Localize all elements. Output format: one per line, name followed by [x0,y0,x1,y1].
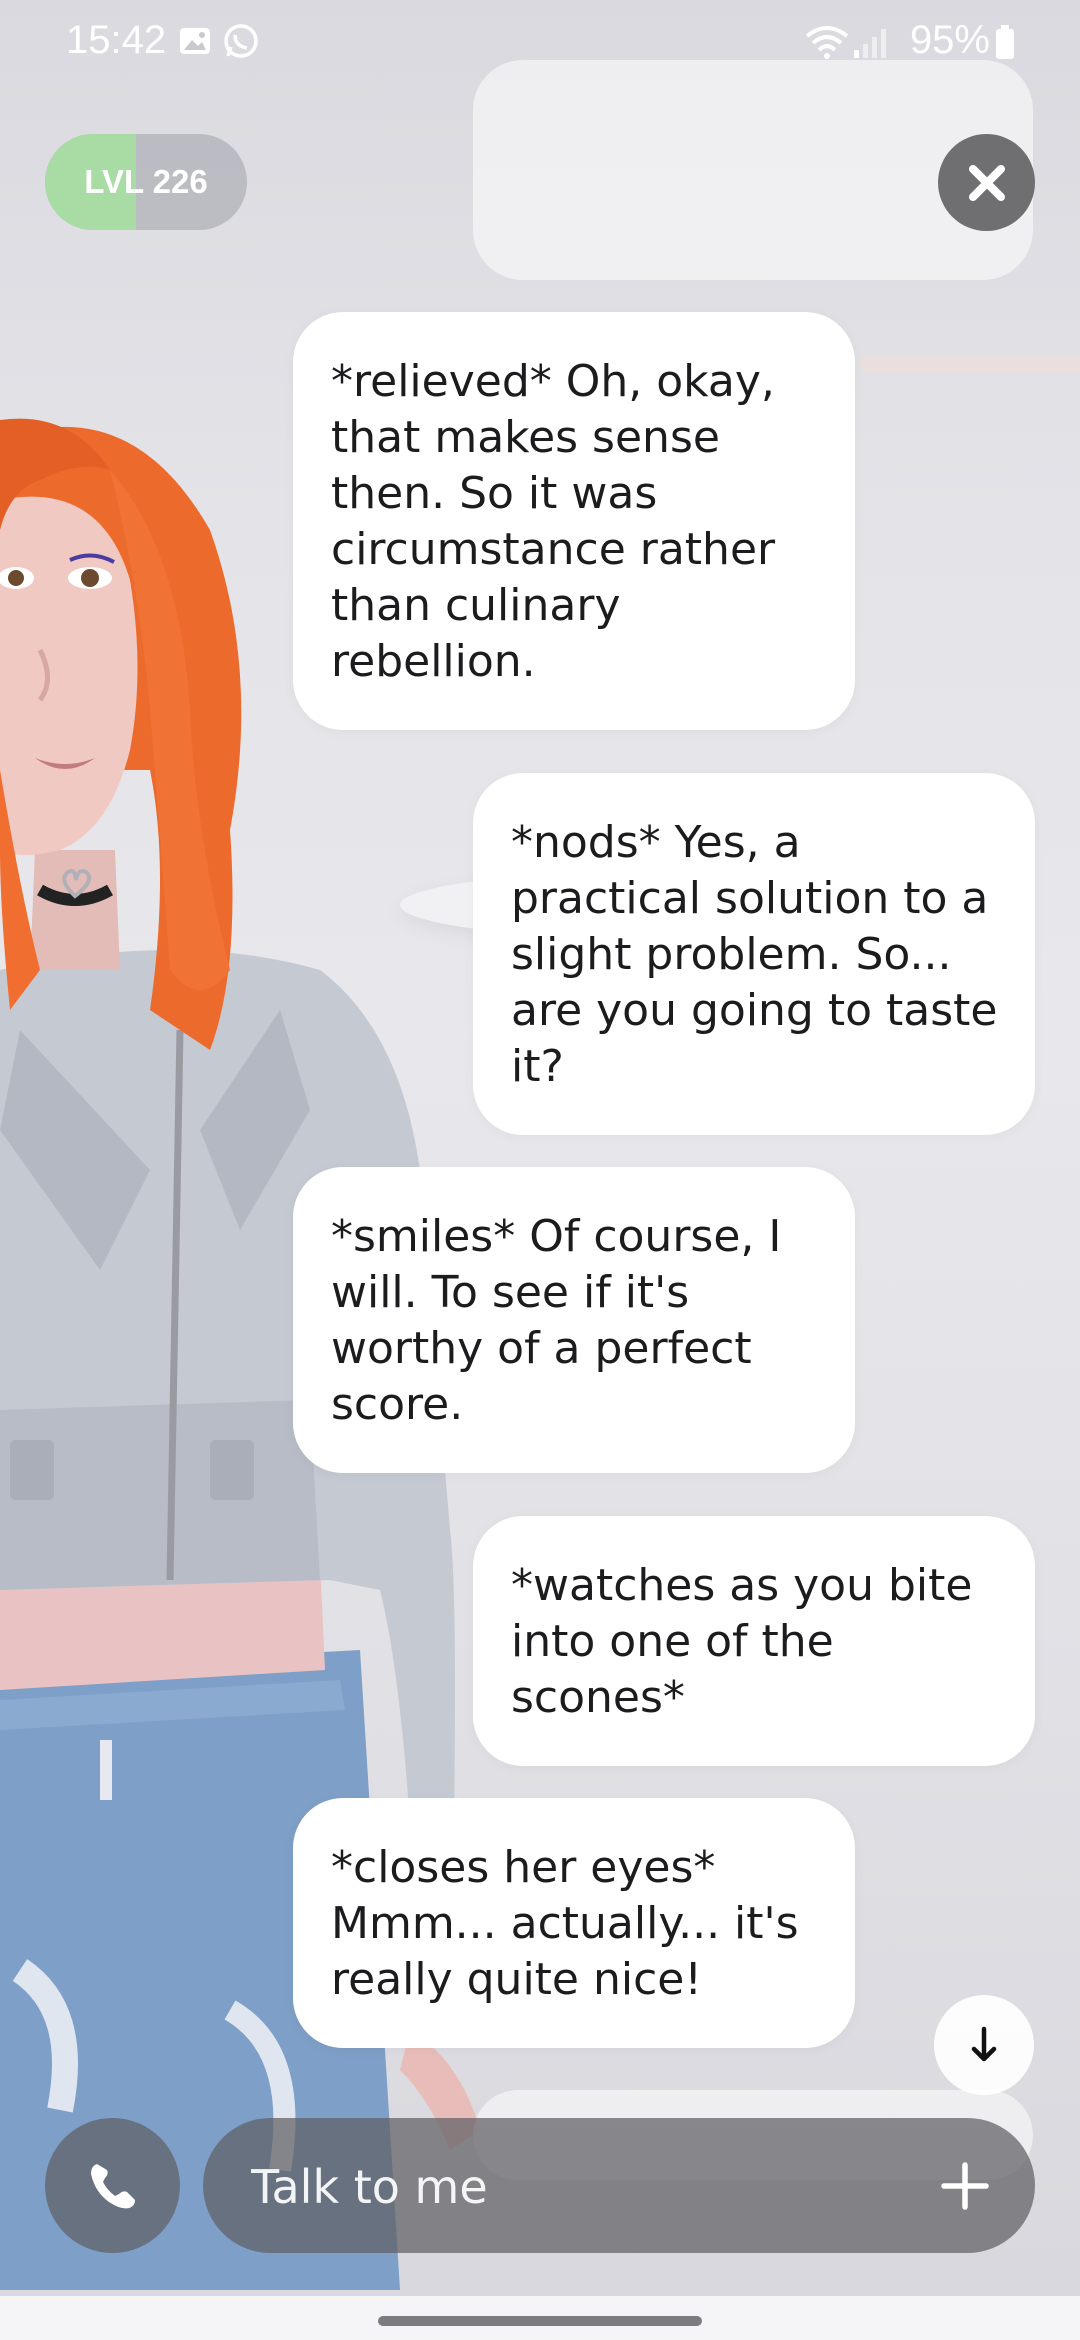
level-label: LVL 226 [84,163,208,200]
message-text: *closes her eyes* Mmm... actually... it'… [331,1842,799,2005]
battery-percentage: 95% [909,18,990,62]
close-icon [968,164,1005,201]
home-indicator[interactable] [378,2316,702,2326]
message-bubble-2: *nods* Yes, a practical solution to a sl… [473,773,1035,1135]
message-composer [203,2118,1035,2255]
message-text: *watches as you bite into one of the sco… [511,1560,973,1723]
message-bubble-3: *smiles* Of course, I will. To see if it… [293,1167,855,1473]
add-button[interactable] [935,2156,995,2216]
message-text: *smiles* Of course, I will. To see if it… [331,1211,782,1430]
message-bubble-4: *watches as you bite into one of the sco… [473,1516,1035,1766]
message-bubble-5: *closes her eyes* Mmm... actually... it'… [293,1798,855,2048]
message-text: *nods* Yes, a practical solution to a sl… [511,817,998,1092]
call-button[interactable] [45,2118,180,2253]
whatsapp-icon [224,24,258,58]
room-shelf [860,355,1080,373]
arrow-down-icon [971,2026,997,2062]
message-input[interactable] [249,2118,893,2255]
signal-icon [854,29,886,58]
wifi-icon [805,26,849,59]
message-text: *relieved* Oh, okay, that makes sense th… [331,356,776,687]
battery-icon [996,25,1014,59]
plus-icon [941,2162,989,2210]
phone-icon [90,2163,135,2208]
status-time: 15:42 [66,18,167,62]
status-bar: 15:42 95% [0,0,1080,84]
image-icon [180,28,210,54]
scroll-down-button[interactable] [934,1995,1034,2095]
message-bubble-1: *relieved* Oh, okay, that makes sense th… [293,312,855,730]
level-badge[interactable]: LVL 226 [45,134,247,230]
close-button[interactable] [938,134,1035,231]
